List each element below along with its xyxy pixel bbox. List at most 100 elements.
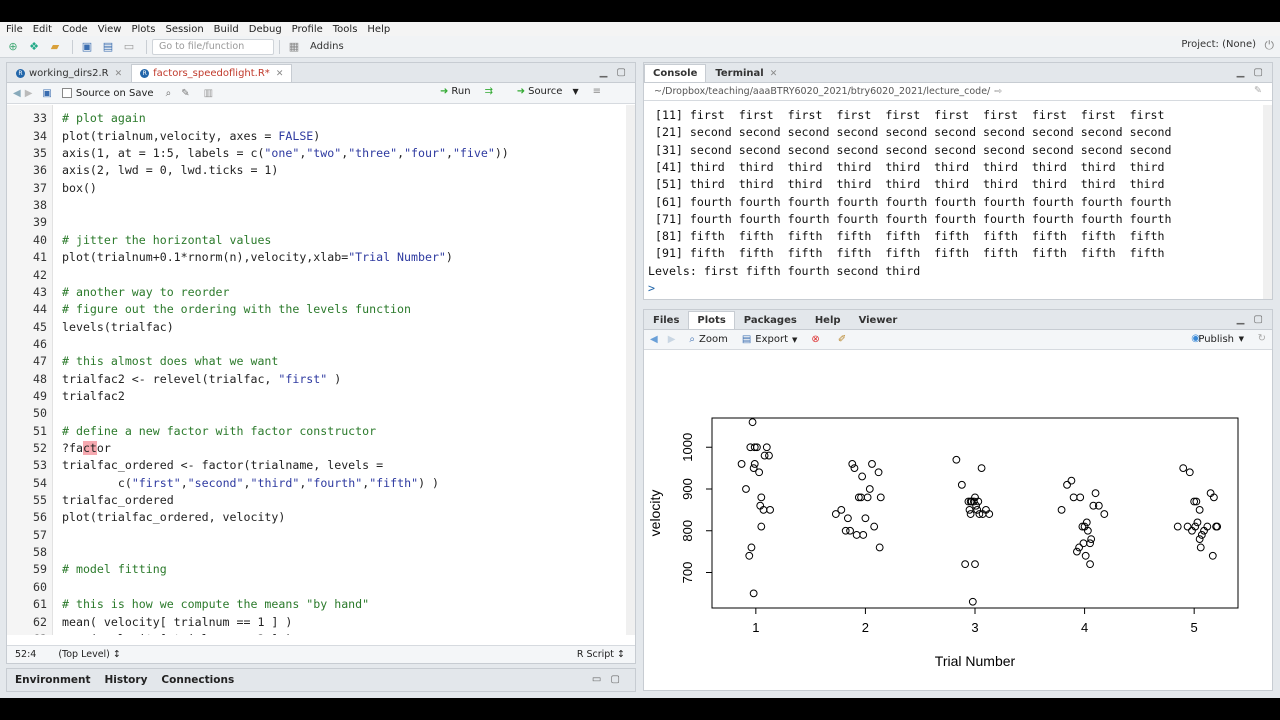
code-line[interactable]: 46: [7, 337, 627, 354]
chevron-down-icon[interactable]: ▼: [1239, 335, 1244, 343]
chevron-down-icon[interactable]: ▼: [792, 336, 797, 344]
menu-help[interactable]: Help: [367, 24, 390, 35]
console-scrollbar[interactable]: [1263, 105, 1272, 299]
new-project-icon[interactable]: ❖: [25, 39, 43, 55]
code-line[interactable]: 32: [7, 105, 627, 111]
file-type-selector[interactable]: R Script ↕: [577, 649, 625, 660]
code-line[interactable]: 35 axis(1, at = 1:5, labels = c("one","tw…: [7, 146, 627, 163]
project-menu[interactable]: Project: (None): [1181, 39, 1256, 50]
broom-icon[interactable]: ✐: [838, 334, 846, 345]
grid-layout-icon[interactable]: ▦: [285, 39, 303, 55]
compile-report-icon[interactable]: ▥: [204, 88, 213, 99]
open-file-icon[interactable]: ▰: [46, 39, 64, 55]
back-arrow-icon[interactable]: ◀: [13, 88, 21, 99]
save-all-icon[interactable]: ▤: [99, 39, 117, 55]
code-line[interactable]: 52 ?factor: [7, 441, 627, 458]
scope-selector[interactable]: (Top Level) ↕: [58, 649, 121, 660]
clear-console-icon[interactable]: ✎: [1254, 85, 1262, 96]
code-line[interactable]: 51 # define a new factor with factor cons…: [7, 424, 627, 441]
code-line[interactable]: 61 # this is how we compute the means "by…: [7, 597, 627, 614]
pane-window-controls[interactable]: ▁ ▢: [600, 67, 629, 78]
close-project-icon[interactable]: ⏻: [1265, 38, 1275, 53]
code-line[interactable]: 48 trialfac2 <- relevel(trialfac, "first"…: [7, 372, 627, 389]
editor-scrollbar[interactable]: [626, 105, 635, 635]
outline-icon[interactable]: ≡: [593, 86, 601, 97]
console-output[interactable]: [11] first first first first first first…: [648, 105, 1260, 297]
menu-file[interactable]: File: [6, 24, 23, 35]
code-line[interactable]: 37 box(): [7, 181, 627, 198]
menu-profile[interactable]: Profile: [292, 24, 323, 35]
new-file-icon[interactable]: ⊕: [4, 39, 22, 55]
forward-arrow-icon[interactable]: ▶: [668, 334, 676, 345]
tab-console[interactable]: Console: [644, 64, 707, 82]
chevron-down-icon[interactable]: ▼: [572, 87, 578, 96]
code-line[interactable]: 58: [7, 545, 627, 562]
code-line[interactable]: 42: [7, 268, 627, 285]
publish-button[interactable]: Publish: [1198, 334, 1234, 345]
refresh-icon[interactable]: ↻: [1258, 333, 1266, 344]
code-line[interactable]: 36 axis(2, lwd = 0, lwd.ticks = 1): [7, 163, 627, 180]
source-on-save-checkbox[interactable]: [61, 88, 72, 98]
goto-directory-icon[interactable]: ⇨: [994, 86, 1002, 97]
tab-help[interactable]: Help: [806, 311, 850, 329]
console-prompt[interactable]: >: [648, 281, 655, 297]
tab-connections[interactable]: Connections: [161, 674, 234, 686]
pane-window-controls[interactable]: ▁ ▢: [1237, 314, 1266, 325]
tab-factors-speedoflight[interactable]: R factors_speedoflight.R* ✕: [131, 64, 293, 82]
code-editor[interactable]: 32 33 # plot again 34 plot(trialnum,velocity…: [7, 105, 627, 635]
close-icon[interactable]: ✕: [115, 69, 123, 79]
code-line[interactable]: 59 # model fitting: [7, 562, 627, 579]
save-icon[interactable]: ▣: [78, 39, 96, 55]
code-line[interactable]: 54 c("first","second","third","fourth","…: [7, 476, 627, 493]
menu-view[interactable]: View: [98, 24, 122, 35]
forward-arrow-icon[interactable]: ▶: [25, 88, 33, 99]
code-line[interactable]: 39: [7, 215, 627, 232]
tab-viewer[interactable]: Viewer: [850, 311, 907, 329]
code-line[interactable]: 43 # another way to reorder: [7, 285, 627, 302]
wand-icon[interactable]: ✎: [181, 88, 189, 99]
tab-terminal[interactable]: Terminal ✕: [706, 64, 786, 82]
code-line[interactable]: 50: [7, 406, 627, 423]
run-button[interactable]: ➜ Run ⇉: [440, 86, 493, 97]
rerun-icon[interactable]: ⇉: [485, 86, 493, 97]
code-line[interactable]: 60: [7, 580, 627, 597]
code-line[interactable]: 49 trialfac2: [7, 389, 627, 406]
code-line[interactable]: 38: [7, 198, 627, 215]
print-icon[interactable]: ▭: [120, 39, 138, 55]
code-line[interactable]: 47 # this almost does what we want: [7, 354, 627, 371]
code-line[interactable]: 62 mean( velocity[ trialnum == 1 ] ): [7, 615, 627, 632]
code-line[interactable]: 34 plot(trialnum,velocity, axes = FALSE): [7, 129, 627, 146]
code-line[interactable]: 45 levels(trialfac): [7, 320, 627, 337]
code-line[interactable]: 56 plot(trialfac_ordered, velocity): [7, 510, 627, 527]
code-line[interactable]: 33 # plot again: [7, 111, 627, 128]
addins-menu[interactable]: Addins: [310, 41, 344, 52]
back-arrow-icon[interactable]: ◀: [650, 334, 658, 345]
code-line[interactable]: 63 mean( velocity[ trialnum == 2 ] ): [7, 632, 627, 635]
code-line[interactable]: 53 trialfac_ordered <- factor(trialname, …: [7, 458, 627, 475]
menu-build[interactable]: Build: [214, 24, 239, 35]
tab-packages[interactable]: Packages: [735, 311, 806, 329]
tab-working-dirs2[interactable]: R working_dirs2.R ✕: [7, 64, 131, 82]
code-line[interactable]: 57: [7, 528, 627, 545]
save-icon[interactable]: ▣: [42, 88, 51, 99]
close-icon[interactable]: ✕: [770, 69, 778, 79]
code-line[interactable]: 44 # figure out the ordering with the lev…: [7, 302, 627, 319]
remove-plot-icon[interactable]: ⊗: [811, 334, 819, 345]
code-line[interactable]: 41 plot(trialnum+0.1*rnorm(n),velocity,xl…: [7, 250, 627, 267]
tab-history[interactable]: History: [105, 674, 148, 686]
menu-edit[interactable]: Edit: [33, 24, 52, 35]
zoom-button[interactable]: Zoom: [699, 334, 728, 345]
zoom-icon[interactable]: ⌕: [689, 334, 695, 345]
search-icon[interactable]: ⌕: [166, 88, 172, 99]
menu-plots[interactable]: Plots: [131, 24, 155, 35]
export-button[interactable]: Export: [755, 334, 788, 345]
menu-session[interactable]: Session: [166, 24, 204, 35]
code-line[interactable]: 55 trialfac_ordered: [7, 493, 627, 510]
pane-window-controls[interactable]: ▭ ▢: [592, 674, 623, 685]
tab-files[interactable]: Files: [644, 311, 688, 329]
menu-code[interactable]: Code: [62, 24, 88, 35]
menu-tools[interactable]: Tools: [333, 24, 358, 35]
close-icon[interactable]: ✕: [276, 69, 284, 79]
pane-window-controls[interactable]: ▁ ▢: [1237, 67, 1266, 78]
source-button[interactable]: ➜ Source ▼ ≡: [517, 86, 601, 97]
